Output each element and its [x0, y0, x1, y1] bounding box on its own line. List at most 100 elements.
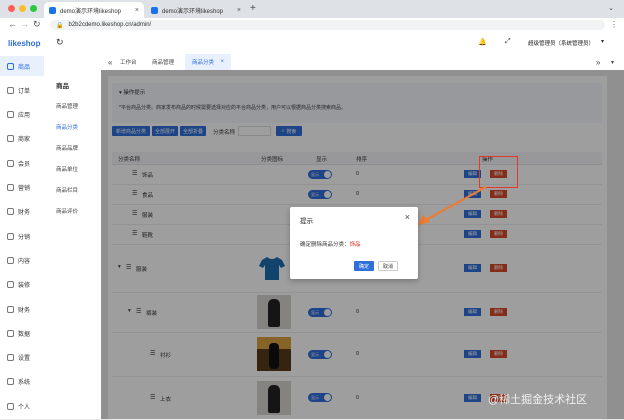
sidebar-item-label: 系统 — [18, 380, 31, 387]
menu-icon — [7, 402, 14, 410]
sidebar-item-distribution[interactable]: 分销 — [0, 226, 44, 246]
tab-menu-icon[interactable]: ⌄ — [608, 4, 614, 12]
browser-menu-icon[interactable]: ⋮ — [610, 20, 618, 29]
menu-icon — [7, 232, 14, 240]
close-tab-icon[interactable]: × — [237, 7, 241, 14]
menu-icon — [7, 305, 14, 313]
tab-workbench[interactable]: 工作台 — [113, 54, 144, 70]
sidebar-item-label: 分销 — [18, 234, 31, 241]
dialog-title: 提示 — [300, 218, 313, 225]
maximize-window-icon[interactable] — [30, 5, 37, 12]
watermark: @稀土掘金技术社区 — [488, 394, 588, 406]
sidebar-item-label: 个人 — [18, 404, 31, 411]
close-icon[interactable]: × — [405, 212, 410, 222]
submenu-item-brand[interactable]: 商品品牌 — [56, 144, 78, 152]
menu-icon — [7, 378, 14, 386]
logo: likeshop — [8, 39, 41, 48]
sidebar-item-personal[interactable]: 个人 — [0, 396, 44, 416]
address-bar: ← → ↻ 🔒 b2b2cdemo.likeshop.cn/admin/ ⋮ — [0, 18, 624, 32]
sidebar-item-app[interactable]: 应用 — [0, 105, 44, 125]
submenu-item-unit[interactable]: 商品单位 — [56, 165, 78, 173]
sidebar-item-label: 应用 — [18, 113, 31, 120]
sidebar-item-label: 内容 — [18, 258, 31, 265]
submenu-item-comment[interactable]: 商品评价 — [56, 207, 78, 215]
sidebar-item-label: 商家 — [18, 137, 31, 144]
sidebar-item-label: 商品 — [18, 64, 31, 71]
app-header: likeshop ↻ 🔔 ⤢ 超级管理员（系统管理员） ▾ — [0, 32, 624, 55]
tab-title: demo演示环境likeshop — [60, 8, 122, 15]
submenu-item-column[interactable]: 商品栏目 — [56, 186, 78, 194]
sidebar-item-finance[interactable]: 财务 — [0, 202, 44, 222]
sidebar-item-label: 设置 — [18, 356, 31, 363]
sidebar-item-content[interactable]: 内容 — [0, 250, 44, 270]
minimize-window-icon[interactable] — [19, 5, 26, 12]
sidebar-item-member[interactable]: 会员 — [0, 153, 44, 173]
sidebar-item-label: 会员 — [18, 161, 31, 168]
menu-icon — [7, 256, 14, 264]
dialog-message-target: 饰品 — [349, 242, 361, 248]
url-input[interactable]: 🔒 b2b2cdemo.likeshop.cn/admin/ — [50, 20, 605, 30]
sidebar-item-finance2[interactable]: 财务 — [0, 299, 44, 319]
bell-icon[interactable]: 🔔 — [478, 38, 487, 46]
tab-title: demo演示环境likeshop — [162, 8, 224, 15]
menu-icon — [7, 86, 14, 94]
sidebar-item-label: 数据 — [18, 331, 31, 338]
favicon-icon — [151, 6, 158, 14]
user-dropdown-icon[interactable]: ▾ — [601, 38, 604, 45]
tabs-menu-icon[interactable]: ▾ — [604, 54, 621, 70]
cancel-button[interactable]: 取消 — [378, 261, 398, 271]
new-tab-button[interactable]: + — [250, 3, 256, 14]
menu-icon — [7, 329, 14, 337]
page-tabs: « 工作台 商品管理 商品分类 × » ▾ — [101, 54, 624, 71]
menu-icon — [7, 62, 14, 70]
sidebar-item-label: 财务 — [18, 307, 31, 314]
reload-icon[interactable]: ↻ — [33, 19, 41, 30]
sidebar-item-marketing[interactable]: 营销 — [0, 178, 44, 198]
tab-category-label: 商品分类 — [192, 60, 215, 66]
close-icon[interactable]: × — [220, 59, 224, 65]
menu-icon — [7, 135, 14, 143]
menu-icon — [7, 159, 14, 167]
menu-icon — [7, 111, 14, 119]
close-tab-icon[interactable]: × — [135, 7, 139, 14]
confirm-button[interactable]: 确定 — [354, 261, 374, 271]
close-window-icon[interactable] — [8, 5, 15, 12]
fullscreen-icon[interactable]: ⤢ — [505, 38, 511, 46]
dialog-message-prefix: 确定删除商品分类： — [300, 242, 350, 248]
confirm-dialog: 提示 × 确定删除商品分类：饰品 确定 取消 — [290, 207, 418, 279]
forward-icon[interactable]: → — [20, 19, 29, 29]
user-menu[interactable]: 超级管理员（系统管理员） — [528, 39, 594, 47]
submenu: 商品 商品管理 商品分类 商品品牌 商品单位 商品栏目 商品评价 — [44, 54, 102, 419]
back-icon[interactable]: ← — [8, 19, 17, 29]
sidebar-item-label: 装修 — [18, 283, 31, 290]
browser-tab[interactable]: demo演示环境likeshop × — [146, 2, 246, 18]
sidebar-item-label: 财务 — [18, 210, 31, 217]
annotation-highlight — [479, 156, 518, 188]
lock-icon: 🔒 — [56, 22, 64, 29]
sidebar-item-decorate[interactable]: 装修 — [0, 275, 44, 295]
submenu-item-goods[interactable]: 商品管理 — [56, 102, 78, 110]
sidebar-item-label: 订单 — [18, 88, 31, 95]
sidebar-item-system[interactable]: 系统 — [0, 372, 44, 392]
tab-goods[interactable]: 商品管理 — [145, 54, 181, 70]
refresh-icon[interactable]: ↻ — [56, 37, 64, 48]
favicon-icon — [49, 6, 56, 14]
sidebar-item-goods[interactable]: 商品 — [0, 56, 44, 76]
sidebar-item-settings[interactable]: 设置 — [0, 348, 44, 368]
url-text: b2b2cdemo.likeshop.cn/admin/ — [68, 22, 152, 28]
sidebar: 商品 订单 应用 商家 会员 营销 财务 分销 内容 装修 财务 数据 设置 系统 个人 — [0, 54, 45, 419]
menu-icon — [7, 281, 14, 289]
menu-icon — [7, 354, 14, 362]
tab-category[interactable]: 商品分类 × — [185, 54, 231, 70]
submenu-item-category[interactable]: 商品分类 — [56, 123, 78, 131]
browser-tab-active[interactable]: demo演示环境likeshop × — [44, 2, 144, 18]
sidebar-item-merchant[interactable]: 商家 — [0, 129, 44, 149]
annotation-arrow — [418, 186, 487, 225]
sidebar-item-order[interactable]: 订单 — [0, 80, 44, 100]
sidebar-item-data[interactable]: 数据 — [0, 323, 44, 343]
menu-icon — [7, 184, 14, 191]
sidebar-item-label: 营销 — [18, 186, 31, 192]
menu-icon — [7, 208, 14, 216]
submenu-title: 商品 — [56, 83, 69, 90]
dialog-message: 确定删除商品分类：饰品 — [300, 240, 361, 248]
